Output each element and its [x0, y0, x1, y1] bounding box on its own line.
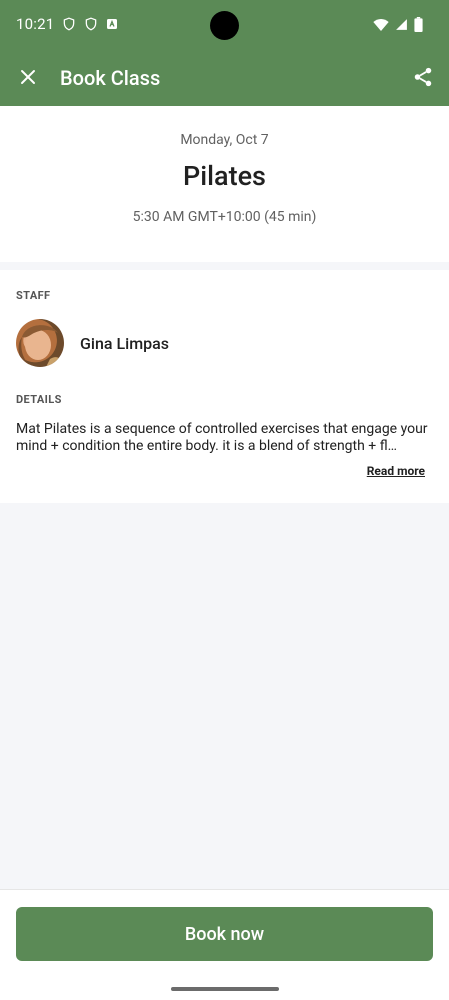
- class-name: Pilates: [183, 160, 266, 192]
- book-now-button[interactable]: Book now: [16, 907, 433, 961]
- class-header-card: Monday, Oct 7 Pilates 5:30 AM GMT+10:00 …: [0, 106, 449, 262]
- close-icon: [19, 68, 37, 90]
- shield-icon: [84, 17, 98, 31]
- wifi-icon: [373, 18, 389, 32]
- class-info-card: STAFF Gina Limpas DETAILS Mat Pilates is…: [0, 270, 449, 503]
- app-top-bar: 10:21 Book Class: [0, 0, 449, 106]
- page-title: Book Class: [60, 66, 161, 90]
- close-button[interactable]: [14, 65, 42, 93]
- status-time: 10:21: [16, 15, 55, 33]
- camera-cutout: [210, 11, 239, 40]
- battery-icon: [414, 17, 423, 32]
- details-section-label: DETAILS: [16, 393, 62, 406]
- class-date: Monday, Oct 7: [180, 132, 269, 148]
- share-icon: [412, 66, 434, 92]
- status-right-icons: [373, 17, 423, 32]
- class-time: 5:30 AM GMT+10:00 (45 min): [132, 209, 317, 225]
- staff-name[interactable]: Gina Limpas: [80, 334, 169, 353]
- bottom-action-bar: Book now: [0, 889, 449, 1000]
- read-more-link[interactable]: Read more: [367, 464, 425, 478]
- app-notification-icon: [106, 18, 118, 30]
- shield-icon: [62, 17, 76, 31]
- signal-icon: [395, 18, 408, 31]
- gesture-navigation-handle[interactable]: [171, 987, 279, 991]
- share-button[interactable]: [409, 65, 437, 93]
- avatar[interactable]: [16, 319, 64, 367]
- status-left-icons: [62, 17, 118, 31]
- class-description: Mat Pilates is a sequence of controlled …: [16, 421, 428, 454]
- staff-section-label: STAFF: [16, 289, 51, 302]
